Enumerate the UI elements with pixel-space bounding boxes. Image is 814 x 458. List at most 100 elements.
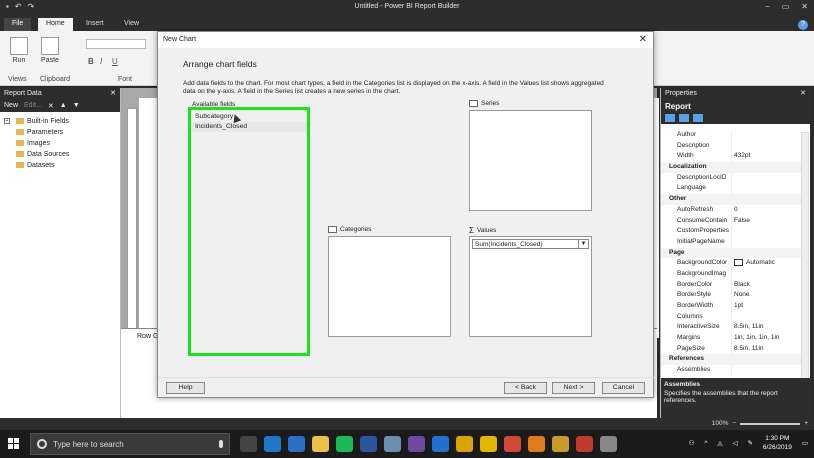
cancel-button[interactable]: Cancel [602,382,645,394]
property-value[interactable] [731,268,801,280]
volume-icon[interactable]: ◁ [732,439,737,447]
property-row[interactable]: Author [661,130,801,141]
property-row[interactable]: CustomProperties [661,226,801,237]
property-row[interactable]: ConsumeContain False [661,215,801,227]
expand-icon[interactable]: + [4,118,10,124]
tab-view[interactable]: View [116,18,147,31]
close-pane-icon[interactable]: ✕ [110,89,116,97]
microphone-icon[interactable] [219,440,223,448]
app-gray-icon[interactable] [600,436,617,452]
property-row[interactable]: Margins 1in, 1in, 1in, 1in [661,333,801,344]
property-value[interactable]: Automatic [731,258,801,269]
italic-icon[interactable]: I [100,57,102,66]
property-category[interactable]: Other [661,194,801,205]
property-value[interactable] [731,130,801,141]
property-category[interactable]: References [661,354,801,366]
close-window-icon[interactable]: ✕ [801,2,808,11]
property-row[interactable]: DescriptionLocID [661,172,801,184]
zoom-out-icon[interactable]: − [732,420,736,427]
series-drop-zone[interactable] [469,110,592,211]
property-row[interactable]: Language [661,183,801,195]
help-icon[interactable]: ? [798,20,808,30]
underline-icon[interactable]: U [112,57,118,66]
property-value[interactable]: 0 [731,204,801,216]
powerbi-builder-icon[interactable] [480,436,497,452]
property-row[interactable]: InteractiveSize 8.5in, 11in [661,322,801,334]
tree-item-parameters[interactable]: Parameters [0,127,120,138]
values-item-sum-incidents-closed[interactable]: Sum(Incidents_Closed) ▼ [472,239,589,249]
file-explorer-icon[interactable] [312,436,329,452]
word-icon[interactable] [360,436,377,452]
tab-insert[interactable]: Insert [78,18,112,31]
app-yellow-icon[interactable] [456,436,473,452]
back-button[interactable]: < Back [504,382,547,394]
taskbar-search[interactable]: Type here to search [30,433,230,455]
property-row[interactable]: BackgroundImag [661,268,801,280]
app-orange-icon[interactable] [528,436,545,452]
edit-button[interactable]: Edit... [24,102,42,110]
property-value[interactable]: 1in, 1in, 1in, 1in [731,333,801,344]
help-button[interactable]: Help [166,382,205,394]
property-row[interactable]: PageSize 8.5in, 11in [661,343,801,355]
paste-button[interactable]: Paste [38,37,62,64]
maximize-icon[interactable]: ▭ [782,2,790,11]
up-arrow-icon[interactable]: ▲ [60,102,67,110]
property-value[interactable] [731,172,801,184]
alphabetical-icon[interactable] [679,114,689,122]
property-row[interactable]: InitialPageName [661,236,801,248]
property-value[interactable] [731,183,801,195]
pen-icon[interactable]: ✎ [747,439,752,447]
property-value[interactable] [731,226,801,237]
property-category[interactable]: Localization [661,162,801,173]
bold-icon[interactable]: B [88,57,94,66]
property-row[interactable]: BorderColor Black [661,279,801,291]
tree-item-images[interactable]: Images [0,138,120,149]
tree-item-data-sources[interactable]: Data Sources [0,149,120,160]
dialog-close-icon[interactable]: ✕ [639,34,647,45]
chrome-icon[interactable] [504,436,521,452]
close-pane-icon[interactable]: ✕ [800,89,806,97]
values-drop-zone[interactable]: Sum(Incidents_Closed) ▼ [469,236,592,337]
tree-item-datasets[interactable]: Datasets [0,160,120,171]
next-button[interactable]: Next > [552,382,595,394]
chevron-down-icon[interactable]: ▼ [578,240,588,248]
property-value[interactable]: 1pt [731,301,801,312]
font-name-select[interactable] [86,39,146,49]
property-value[interactable]: 432pt [731,151,801,163]
chevron-up-icon[interactable]: ^ [704,440,707,447]
property-row[interactable]: Columns [661,311,801,323]
property-row[interactable]: Assemblies [661,365,801,376]
run-button[interactable]: Run [8,37,30,64]
tab-file[interactable]: File [4,18,32,31]
network-icon[interactable]: ◬ [717,439,722,447]
property-value[interactable]: False [731,215,801,227]
app-blue-icon[interactable] [432,436,449,452]
task-view-icon[interactable] [240,436,257,452]
categories-drop-zone[interactable] [328,236,451,337]
property-value[interactable]: None [731,290,801,301]
delete-icon[interactable]: ✕ [48,102,54,110]
mail-icon[interactable] [288,436,305,452]
property-value[interactable] [731,365,801,376]
property-row[interactable]: BorderStyle None [661,290,801,301]
app-gold-icon[interactable] [552,436,569,452]
new-button[interactable]: New [4,102,18,110]
property-row[interactable]: Description [661,140,801,152]
property-row[interactable]: BorderWidth 1pt [661,301,801,312]
property-value[interactable] [731,236,801,248]
property-row[interactable]: AutoRefresh 0 [661,204,801,216]
property-value[interactable]: Black [731,279,801,291]
categorized-icon[interactable] [665,114,675,122]
chrome-alt-icon[interactable] [384,436,401,452]
property-pages-icon[interactable] [693,114,703,122]
edge-icon[interactable] [264,436,281,452]
down-arrow-icon[interactable]: ▼ [73,102,80,110]
property-category[interactable]: Page [661,247,801,259]
property-value[interactable] [731,140,801,152]
property-value[interactable]: 8.5in, 11in [731,322,801,334]
people-icon[interactable]: ⚇ [689,439,695,447]
property-value[interactable] [731,311,801,323]
zoom-slider[interactable] [740,422,801,425]
tree-item-built-in-fields[interactable]: + Built-in Fields [0,116,120,127]
windows-start-icon[interactable] [8,438,20,450]
